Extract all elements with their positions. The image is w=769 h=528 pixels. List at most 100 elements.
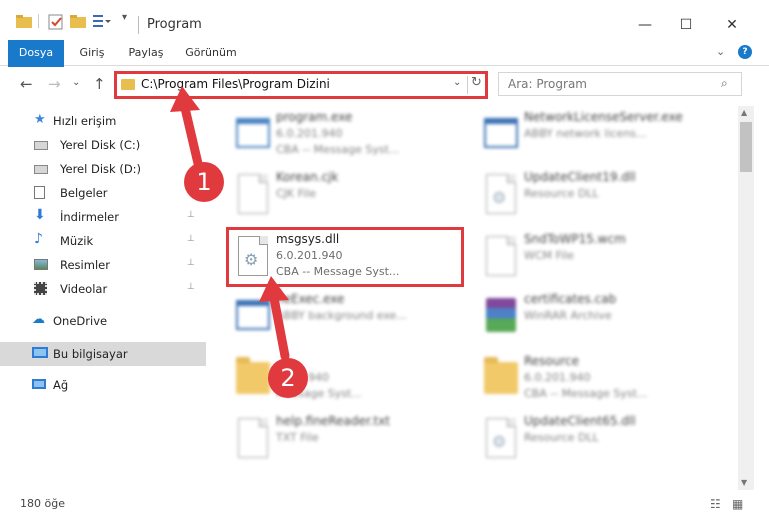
documents-icon	[34, 186, 45, 199]
file-name: program.exe	[276, 110, 353, 124]
tab-paylas[interactable]: Paylaş	[120, 40, 172, 66]
help-icon[interactable]: ?	[738, 45, 752, 59]
sidebar-item-indirmeler[interactable]: ⬇ İndirmeler ⊥	[0, 206, 206, 228]
quick-access-dropdown-icon[interactable]: ▾	[122, 12, 127, 23]
sidebar-item-label: Bu bilgisayar	[53, 347, 128, 361]
back-button[interactable]: ←	[20, 75, 33, 93]
sidebar-item-label: Müzik	[60, 234, 94, 248]
file-type: CJK File	[276, 187, 317, 200]
tab-gorunum[interactable]: Görünüm	[180, 40, 242, 66]
sidebar-item-label: İndirmeler	[60, 210, 119, 224]
file-name: help.fineReader.txt	[276, 414, 390, 428]
sidebar-item-videolar[interactable]: Videolar ⊥	[0, 278, 206, 300]
ribbon-tabs: Dosya Giriş Paylaş Görünüm ⌄ ?	[0, 40, 769, 96]
search-input[interactable]: Ara: Program ⌕	[498, 72, 742, 96]
file-item[interactable]: Korean.cjk CJK File	[228, 166, 468, 222]
status-bar: 180 öğe ☷ ▦	[0, 493, 769, 515]
file-item[interactable]: SndToWP15.wcm WCM File	[476, 228, 716, 284]
pin-icon[interactable]: ⊥	[187, 210, 195, 220]
file-name: UpdateClient19.dll	[524, 170, 636, 184]
address-path[interactable]: C:\Program Files\Program Dizini	[141, 77, 330, 91]
sidebar-item-belgeler[interactable]: Belgeler ⊥	[0, 182, 206, 204]
file-description: CBA -- Message Syst...	[276, 143, 400, 156]
sidebar-item-label: Hızlı erişim	[53, 114, 117, 128]
file-item[interactable]: ... 940 Message Syst...	[228, 350, 468, 406]
file-item[interactable]: neExec.exe ABBY background exe...	[228, 288, 468, 344]
scroll-up-icon[interactable]: ▲	[741, 108, 747, 117]
step-2-badge: 2	[268, 358, 308, 398]
sidebar-item-quick-access[interactable]: ★ Hızlı erişim	[0, 110, 206, 132]
recent-locations-button[interactable]: ⌄	[72, 77, 80, 88]
winrar-icon	[482, 294, 518, 338]
file-item[interactable]: Resource 6.0.201.940 CBA -- Message Syst…	[476, 350, 716, 406]
file-icon	[234, 416, 270, 460]
file-icon	[482, 234, 518, 278]
star-icon: ★	[34, 112, 46, 127]
refresh-icon[interactable]: ↻	[471, 75, 482, 90]
file-name: SndToWP15.wcm	[524, 232, 626, 246]
navigation-pane: ★ Hızlı erişim Yerel Disk (C:) Yerel Dis…	[0, 106, 206, 490]
file-description: CBA -- Message Syst...	[524, 387, 648, 400]
folder-icon	[482, 356, 518, 400]
address-folder-icon	[121, 79, 135, 90]
tab-giris[interactable]: Giriş	[70, 40, 114, 66]
file-type: Resource DLL	[524, 187, 599, 200]
folder-icon[interactable]	[16, 14, 32, 28]
videos-icon	[34, 282, 47, 295]
sidebar-item-network[interactable]: Ağ	[0, 374, 206, 396]
sidebar-item-disk-d[interactable]: Yerel Disk (D:)	[0, 158, 206, 180]
pin-icon[interactable]: ⊥	[187, 234, 195, 244]
file-name: Resource	[524, 354, 580, 368]
music-icon: ♪	[34, 231, 43, 247]
step-1-badge: 1	[184, 162, 224, 202]
vertical-scrollbar[interactable]: ▲ ▼	[738, 106, 754, 490]
search-icon[interactable]: ⌕	[721, 76, 728, 91]
sidebar-item-this-pc[interactable]: Bu bilgisayar	[0, 342, 206, 366]
file-item[interactable]: program.exe 6.0.201.940 CBA -- Message S…	[228, 106, 468, 162]
drive-icon	[34, 141, 48, 150]
sidebar-item-resimler[interactable]: Resimler ⊥	[0, 254, 206, 276]
forward-button[interactable]: →	[48, 75, 61, 93]
scroll-thumb[interactable]	[740, 122, 752, 172]
sidebar-item-label: Yerel Disk (D:)	[60, 162, 142, 176]
file-item[interactable]: help.fineReader.txt TXT File	[228, 410, 468, 466]
sidebar-item-onedrive[interactable]: ☁ OneDrive	[0, 310, 206, 332]
file-type: Resource DLL	[524, 431, 599, 444]
address-dropdown-icon[interactable]: ⌄	[453, 77, 461, 88]
file-item[interactable]: ⚙ UpdateClient19.dll Resource DLL	[476, 166, 716, 222]
file-version: 6.0.201.940	[524, 371, 591, 384]
customize-quick-access-icon[interactable]	[93, 14, 111, 28]
address-bar[interactable]: C:\Program Files\Program Dizini ⌄ ↻	[114, 71, 488, 99]
sidebar-item-muzik[interactable]: ♪ Müzik ⊥	[0, 230, 206, 252]
new-folder-icon[interactable]	[70, 14, 86, 28]
sidebar-item-label: OneDrive	[53, 314, 108, 328]
app-window-icon	[482, 112, 518, 156]
minimize-button[interactable]: —	[625, 10, 665, 40]
file-name: neExec.exe	[276, 292, 345, 306]
scroll-down-icon[interactable]: ▼	[741, 478, 747, 487]
sidebar-item-label: Yerel Disk (C:)	[60, 138, 141, 152]
navigation-bar: ← → ⌄ ↑ C:\Program Files\Program Dizini …	[0, 67, 769, 103]
item-count: 180 öğe	[20, 497, 65, 510]
qa-divider	[38, 14, 39, 28]
properties-icon[interactable]	[48, 14, 64, 30]
up-button[interactable]: ↑	[93, 75, 106, 93]
file-version: 6.0.201.940	[276, 127, 343, 140]
maximize-button[interactable]: ☐	[666, 10, 706, 40]
large-icons-view-icon[interactable]: ▦	[732, 497, 743, 511]
file-name: certificates.cab	[524, 292, 617, 306]
window-title: Program	[147, 17, 202, 32]
file-item[interactable]: NetworkLicenseServer.exe ABBY network li…	[476, 106, 716, 162]
expand-ribbon-icon[interactable]: ⌄	[716, 45, 725, 58]
pin-icon[interactable]: ⊥	[187, 258, 195, 268]
file-item[interactable]: ⚙ UpdateClient65.dll Resource DLL	[476, 410, 716, 466]
file-type: WCM File	[524, 249, 574, 262]
sidebar-item-disk-c[interactable]: Yerel Disk (C:)	[0, 134, 206, 156]
pin-icon[interactable]: ⊥	[187, 282, 195, 292]
dll-icon: ⚙	[482, 172, 518, 216]
folder-icon	[234, 356, 270, 400]
file-item[interactable]: certificates.cab WinRAR Archive	[476, 288, 716, 344]
details-view-icon[interactable]: ☷	[710, 497, 721, 511]
close-button[interactable]: ✕	[712, 10, 752, 40]
download-icon: ⬇	[34, 207, 46, 223]
